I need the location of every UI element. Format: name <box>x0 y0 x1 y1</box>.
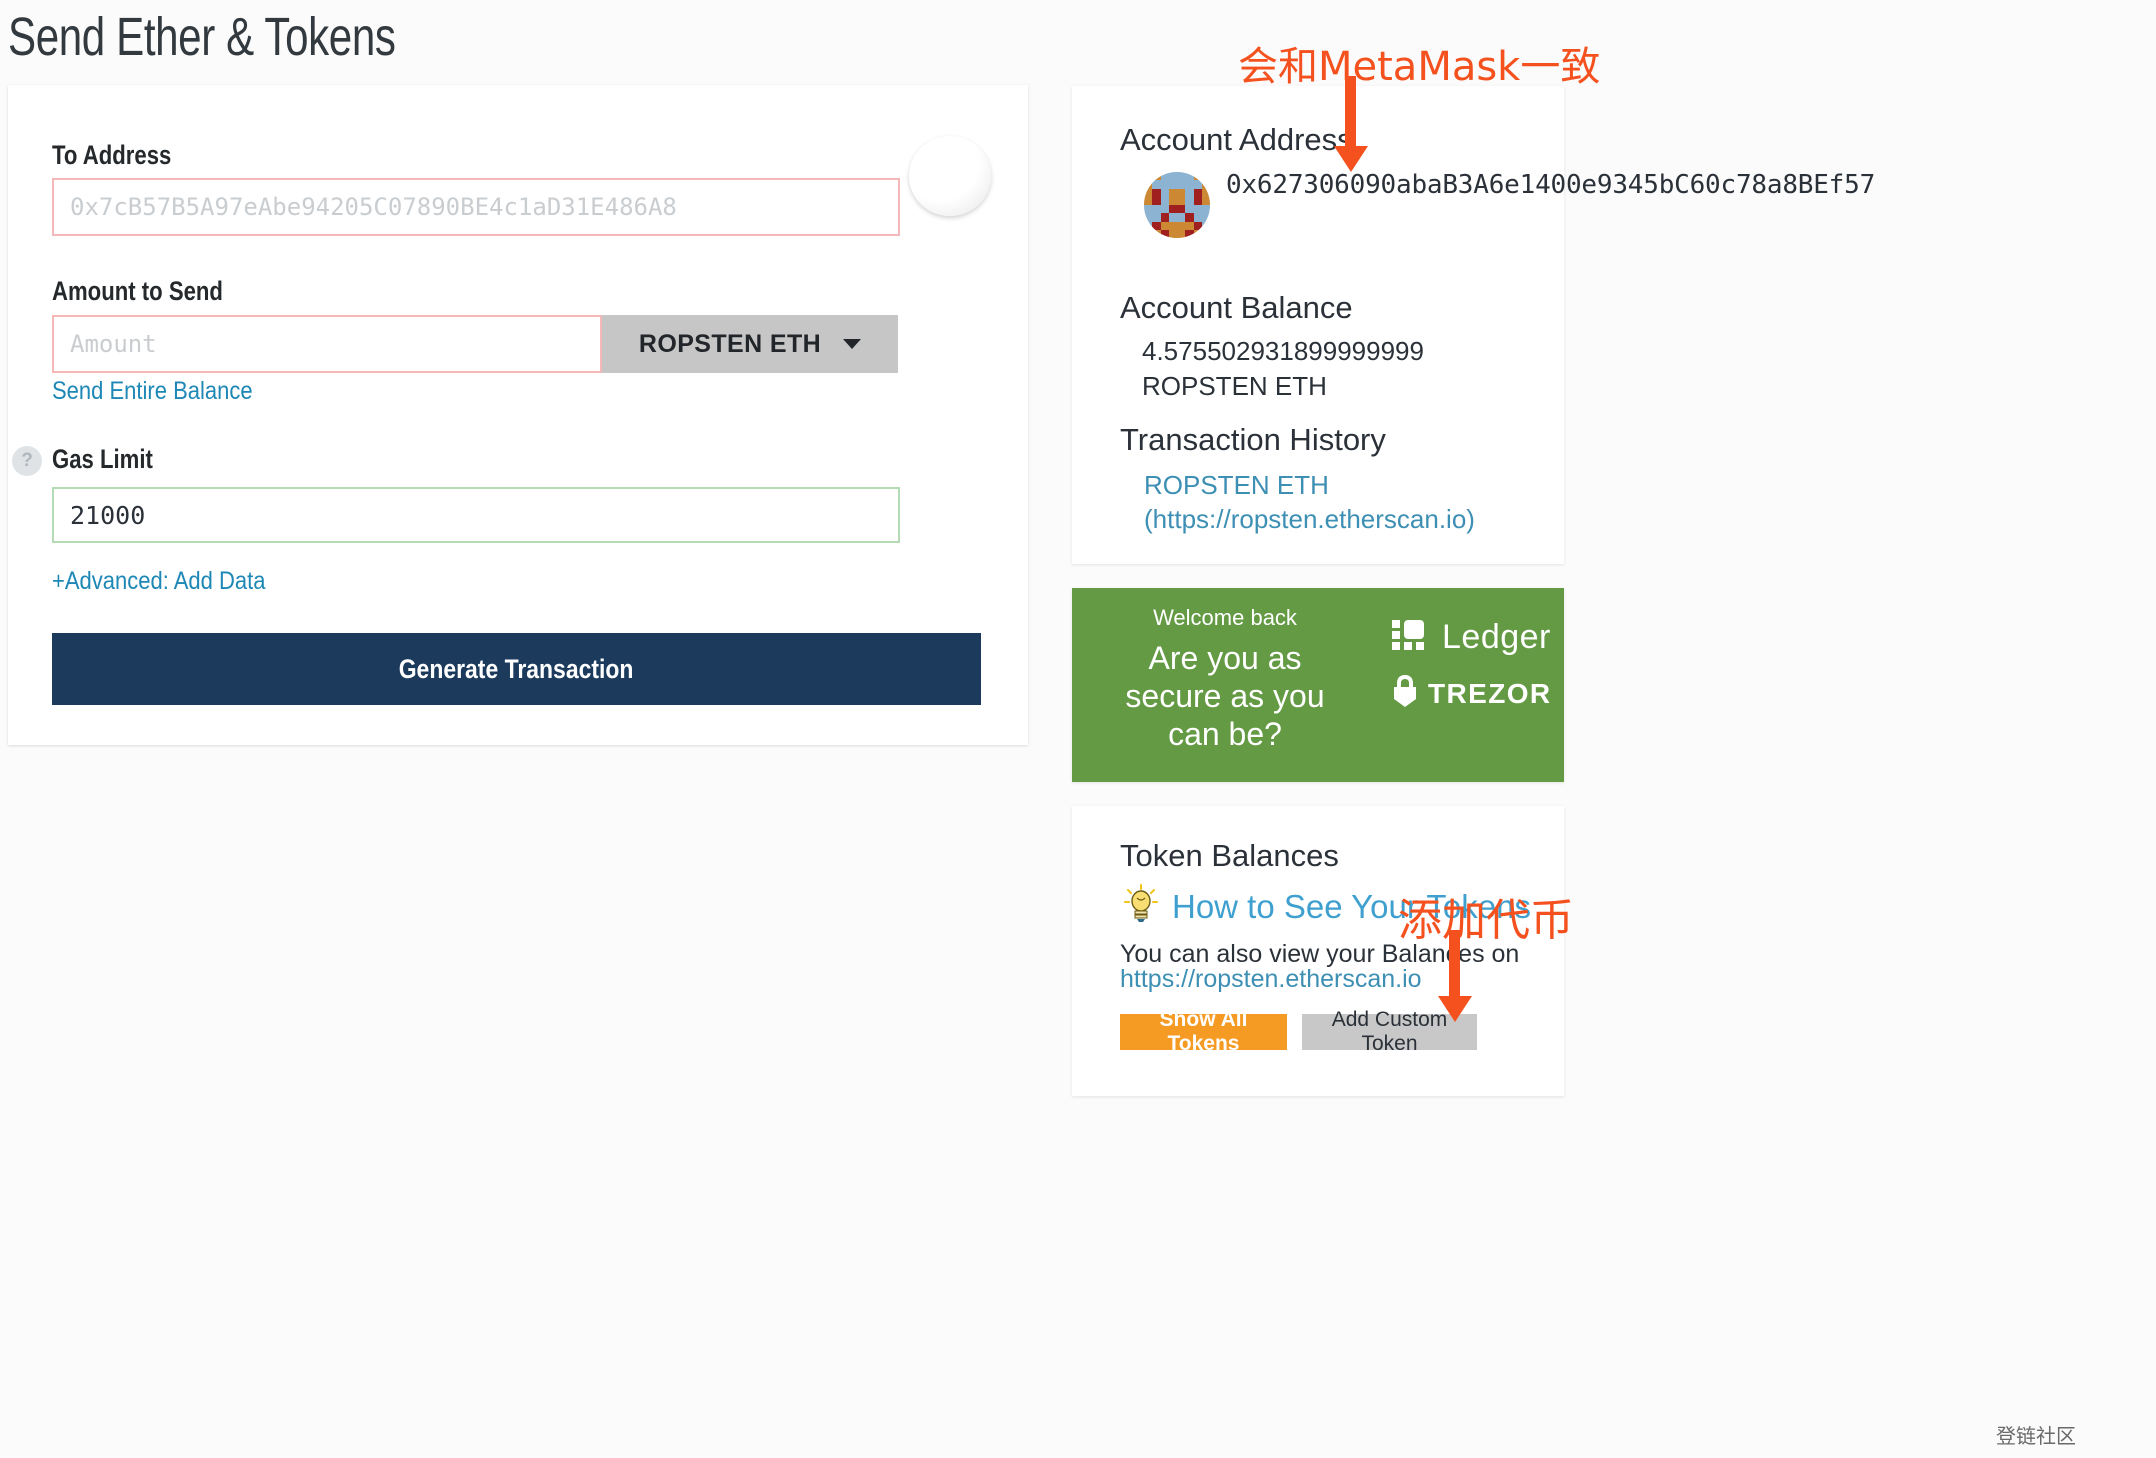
unit-dropdown[interactable]: ROPSTEN ETH <box>602 315 898 373</box>
send-entire-balance-link[interactable]: Send Entire Balance <box>52 377 253 406</box>
gas-limit-input[interactable]: 21000 <box>52 487 900 543</box>
trezor-brand-label: TREZOR <box>1428 677 1552 709</box>
unit-dropdown-label: ROPSTEN ETH <box>638 329 822 358</box>
trezor-brand: TREZOR <box>1392 674 1552 713</box>
ledger-logo-icon <box>1392 620 1428 655</box>
transaction-history-label: Transaction History <box>1120 422 1386 457</box>
lightbulb-icon <box>1124 884 1158 929</box>
annotation-bottom-text: 添加代币 <box>1398 895 1574 946</box>
annotation-top-text: 会和MetaMask一致 <box>1238 44 1601 90</box>
to-address-placeholder-text: 0x7cB57B5A97eAbe94205C07890BE4c1aD31E486… <box>70 193 677 221</box>
etherscan-link[interactable]: https://ropsten.etherscan.io <box>1120 965 1422 994</box>
amount-placeholder-text: Amount <box>70 330 157 358</box>
to-address-label: To Address <box>52 140 172 170</box>
token-balances-title: Token Balances <box>1120 838 1339 873</box>
page-title: Send Ether & Tokens <box>8 7 396 67</box>
question-mark-icon[interactable]: ? <box>12 446 42 476</box>
account-balance-value: 4.575502931899999999 ROPSTEN ETH <box>1142 336 1424 401</box>
account-address-value: 0x627306090abaB3A6e1400e9345bC60c78a8BEf… <box>1226 168 1875 202</box>
amount-to-send-label: Amount to Send <box>52 276 223 306</box>
ledger-brand-label: Ledger <box>1442 618 1551 656</box>
promo-headline-text: Are you as secure as you can be? <box>1125 640 1325 752</box>
show-all-tokens-label: Show All Tokens <box>1159 1008 1248 1055</box>
address-identicon-placeholder-orb[interactable] <box>909 136 991 216</box>
transaction-history-link[interactable]: ROPSTEN ETH (https://ropsten.etherscan.i… <box>1144 468 1524 536</box>
account-identicon-avatar <box>1144 172 1210 238</box>
chevron-down-icon <box>843 339 862 349</box>
promo-text-block: Welcome back Are you as secure as you ca… <box>1100 605 1350 753</box>
show-all-tokens-button[interactable]: Show All Tokens <box>1120 1008 1287 1055</box>
advanced-add-data-link[interactable]: +Advanced: Add Data <box>52 567 265 596</box>
to-address-input[interactable]: 0x7cB57B5A97eAbe94205C07890BE4c1aD31E486… <box>52 178 900 236</box>
generate-transaction-label: Generate Transaction <box>399 653 634 684</box>
promo-welcome-text: Welcome back <box>1153 605 1297 630</box>
gas-limit-label: Gas Limit <box>52 444 153 474</box>
ledger-brand: Ledger <box>1392 618 1551 657</box>
trezor-lock-icon <box>1392 674 1418 713</box>
gas-limit-value-text: 21000 <box>70 500 146 530</box>
generate-transaction-button[interactable]: Generate Transaction <box>52 633 981 705</box>
account-balance-label: Account Balance <box>1120 290 1353 325</box>
watermark: 登链社区 <box>1996 1424 2076 1448</box>
account-address-label: Account Address <box>1120 122 1353 157</box>
amount-input[interactable]: Amount <box>52 315 602 373</box>
